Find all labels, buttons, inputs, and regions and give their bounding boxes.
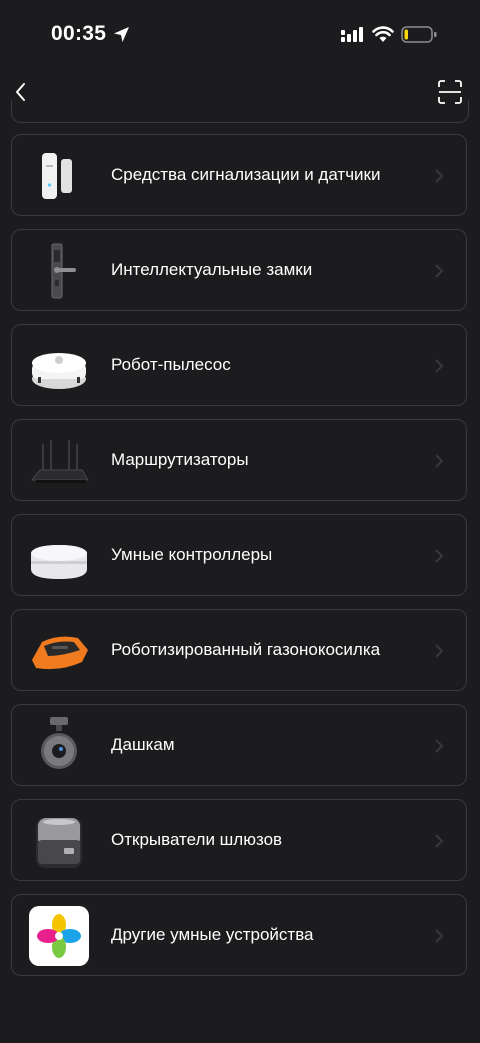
category-card-dashcam[interactable]: Дашкам	[11, 704, 467, 786]
gate-opener-icon	[28, 810, 90, 872]
dashcam-icon	[28, 715, 90, 777]
chevron-right-icon	[434, 548, 444, 564]
category-card-other-smart-devices[interactable]: Другие умные устройства	[11, 894, 467, 976]
battery-low-icon	[401, 26, 437, 49]
chevron-right-icon	[434, 833, 444, 849]
router-icon	[28, 430, 90, 492]
category-card-alarms-sensors[interactable]: Средства сигнализации и датчики	[11, 134, 467, 216]
category-label: Другие умные устройства	[111, 925, 314, 944]
lawn-mower-icon	[28, 620, 90, 682]
category-card-lawn-mower[interactable]: Роботизированный газонокосилка	[11, 609, 467, 691]
category-label: Робот-пылесос	[111, 355, 231, 374]
category-card-robot-vacuum[interactable]: Робот-пылесос	[11, 324, 467, 406]
category-label: Маршрутизаторы	[111, 450, 249, 469]
category-label: Открыватели шлюзов	[111, 830, 283, 849]
status-time: 00:35	[51, 22, 107, 45]
category-label: Умные контроллеры	[111, 545, 273, 564]
category-label: Интеллектуальные замки	[111, 260, 313, 279]
wifi-icon	[372, 25, 394, 48]
category-card-routers[interactable]: Маршрутизаторы	[11, 419, 467, 501]
category-label: Средства сигнализации и датчики	[111, 165, 381, 184]
status-bar: 00:35	[0, 0, 480, 70]
chevron-right-icon	[434, 738, 444, 754]
previous-card-edge	[11, 100, 469, 123]
category-label: Роботизированный газонокосилка	[111, 640, 381, 659]
chevron-right-icon	[434, 643, 444, 659]
category-card-smart-locks[interactable]: Интеллектуальные замки	[11, 229, 467, 311]
chevron-right-icon	[434, 928, 444, 944]
category-label: Дашкам	[111, 735, 175, 754]
chevron-right-icon	[434, 453, 444, 469]
chevron-right-icon	[434, 358, 444, 374]
cellular-signal-icon	[340, 27, 364, 48]
chevron-right-icon	[434, 263, 444, 279]
smart-hub-icon	[28, 525, 90, 587]
app-logo-icon	[28, 905, 90, 967]
chevron-right-icon	[434, 168, 444, 184]
smart-lock-icon	[28, 240, 90, 302]
robot-vacuum-icon	[28, 335, 90, 397]
category-card-gate-openers[interactable]: Открыватели шлюзов	[11, 799, 467, 881]
door-sensor-icon	[28, 145, 90, 207]
location-arrow-icon	[113, 26, 130, 48]
category-card-smart-controllers[interactable]: Умные контроллеры	[11, 514, 467, 596]
